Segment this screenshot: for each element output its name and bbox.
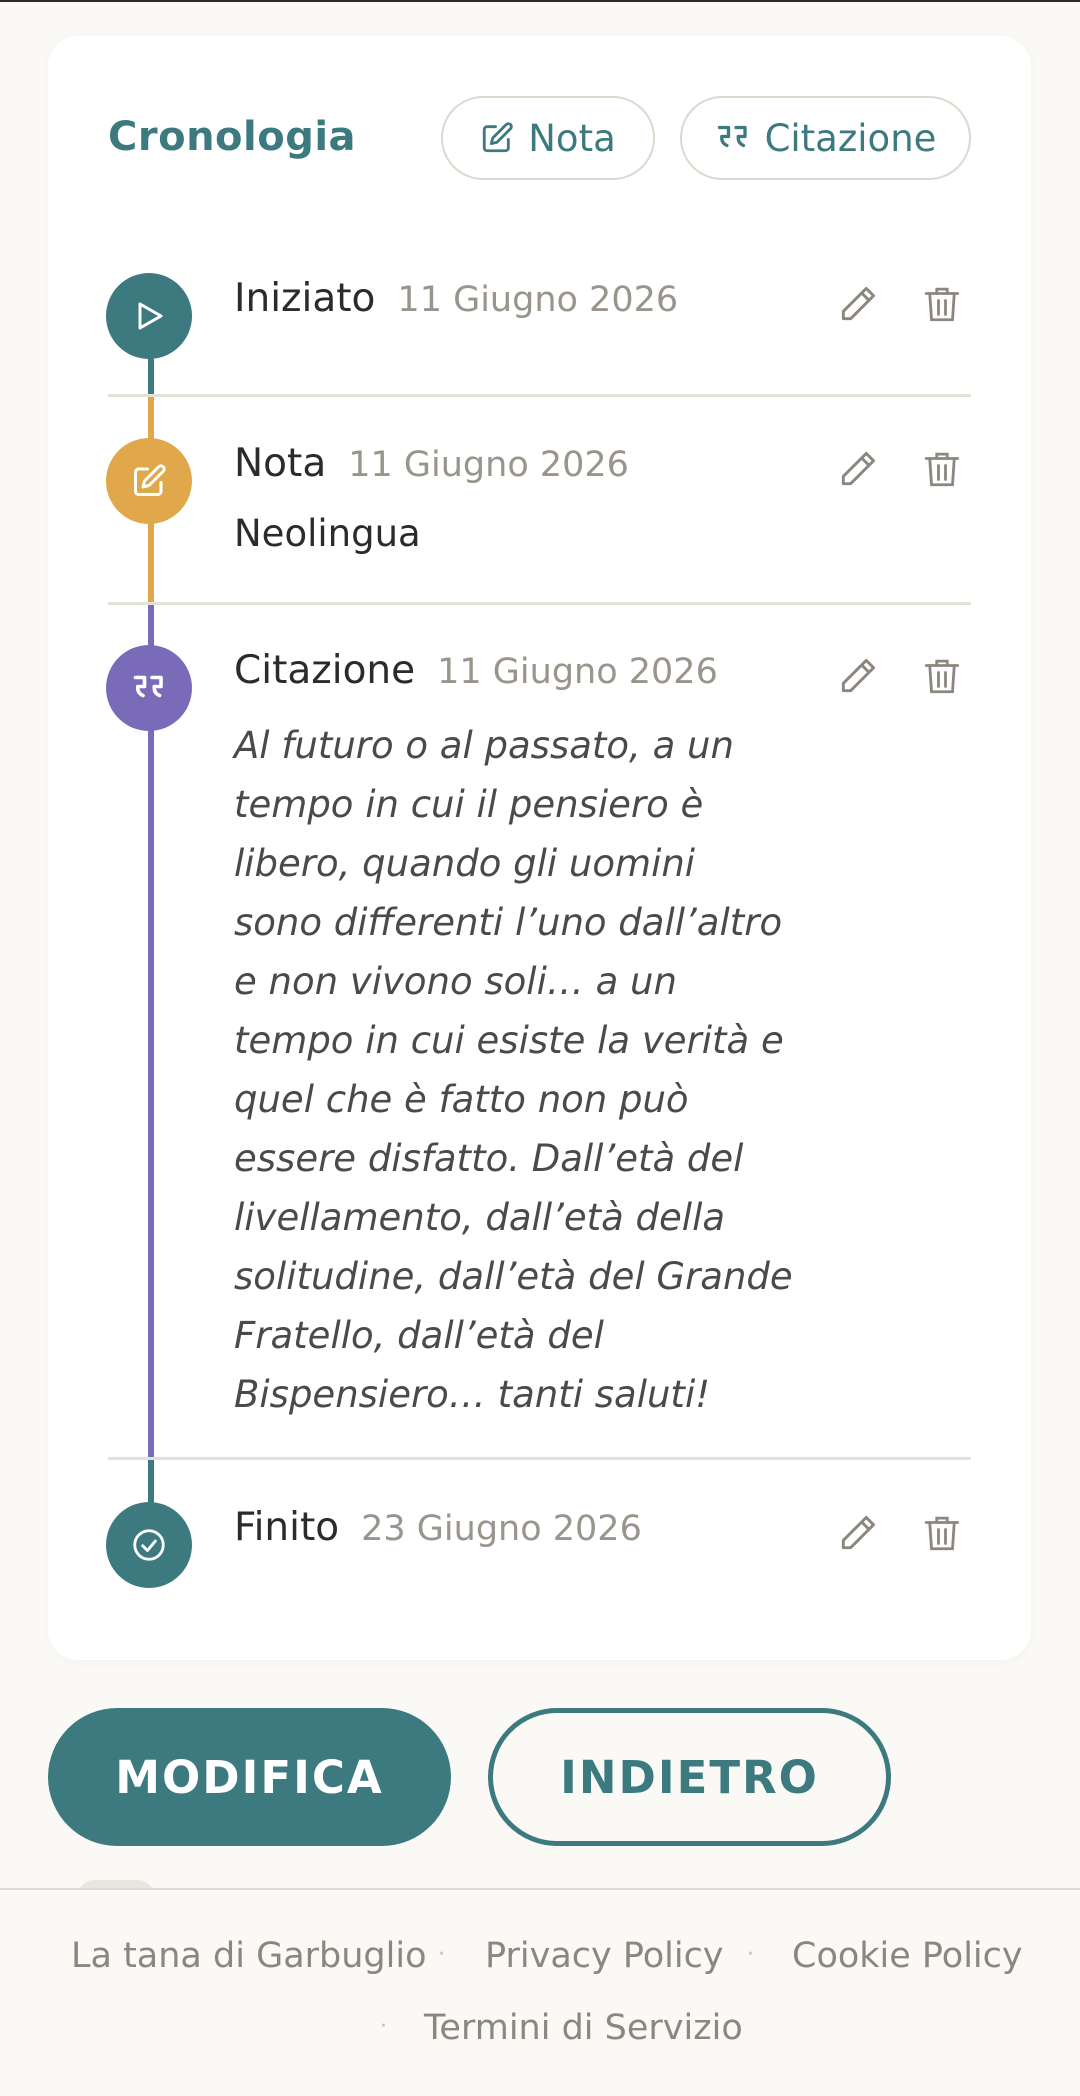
footer: La tana di Garbuglio · Privacy Policy · … [0,1888,1080,2096]
footer-link-privacy[interactable]: Privacy Policy [485,1936,724,1976]
finish-marker [106,1502,192,1588]
edit-entry-button[interactable] [830,441,886,497]
delete-entry-button[interactable] [914,648,970,704]
play-icon [138,302,163,330]
edit-note-icon [134,464,166,496]
edit-entry-button[interactable] [830,276,886,332]
separator [108,394,971,397]
trash-icon [924,1516,960,1551]
footer-link-home[interactable]: La tana di Garbuglio [71,1936,427,1976]
entry-start-title: Iniziato 11 Giugno 2026 [234,276,678,321]
add-quote-label: Citazione [764,116,937,160]
edit-note-icon [483,122,513,153]
add-note-button[interactable]: Nota [441,96,655,180]
quote-icon [717,125,747,148]
trash-icon [924,452,960,487]
delete-entry-button[interactable] [914,441,970,497]
add-note-label: Nota [528,116,616,160]
delete-entry-button[interactable] [914,276,970,332]
separator [108,602,971,605]
entry-date: 11 Giugno 2026 [348,445,629,485]
edit-button[interactable]: MODIFICA [48,1708,451,1846]
quote-icon [133,675,163,698]
entry-type: Citazione [234,648,416,693]
trash-icon [924,659,960,694]
footer-link-terms[interactable]: Termini di Servizio [424,2008,743,2048]
entry-date: 23 Giugno 2026 [361,1509,642,1549]
quote-marker [106,645,192,731]
footer-separator: · [438,1942,445,1967]
footer-separator: · [380,2014,387,2039]
start-marker [106,273,192,359]
footer-separator: · [747,1942,754,1967]
entry-date: 11 Giugno 2026 [397,280,679,320]
top-border [0,0,1080,2]
add-quote-button[interactable]: Citazione [680,96,971,180]
edit-entry-button[interactable] [830,1505,886,1561]
note-marker [106,438,192,524]
entry-type: Finito [234,1505,340,1550]
note-text: Neolingua [234,512,421,555]
entry-type: Iniziato [234,276,376,321]
timeline-title: Cronologia [108,114,357,160]
pencil-icon [841,658,876,693]
quote-text: Al futuro o al passato, a un tempo in cu… [234,724,793,1416]
trash-icon [924,287,960,322]
separator [108,1457,971,1460]
pencil-icon [841,451,876,486]
pencil-icon [841,286,876,321]
back-button[interactable]: INDIETRO [488,1708,891,1846]
check-circle-icon [133,1529,165,1561]
timeline-rail-3 [148,604,154,1460]
delete-entry-button[interactable] [914,1505,970,1561]
entry-quote-title: Citazione 11 Giugno 2026 [234,648,718,693]
footer-link-cookie[interactable]: Cookie Policy [792,1936,1023,1976]
edit-entry-button[interactable] [830,648,886,704]
pencil-icon [841,1515,876,1550]
entry-date: 11 Giugno 2026 [437,652,718,692]
entry-type: Nota [234,441,327,486]
entry-note-title: Nota 11 Giugno 2026 [234,441,629,486]
entry-finish-title: Finito 23 Giugno 2026 [234,1505,642,1550]
